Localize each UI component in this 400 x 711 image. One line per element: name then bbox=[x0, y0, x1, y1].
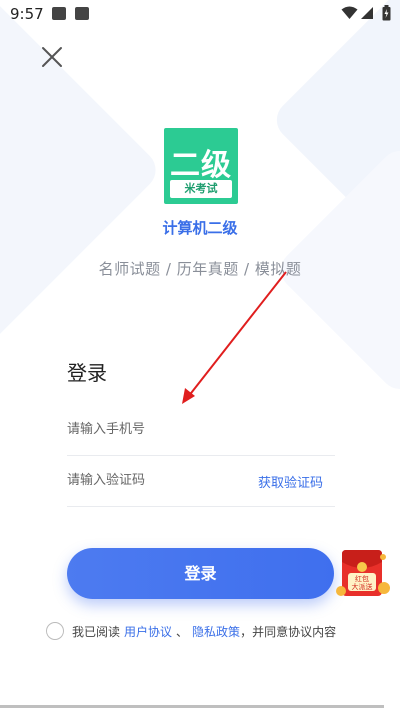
code-field: 获取验证码 bbox=[67, 456, 335, 507]
agreement-separator: 、 bbox=[176, 624, 189, 639]
privacy-policy-link[interactable]: 隐私政策 bbox=[192, 623, 240, 640]
verification-code-input[interactable] bbox=[67, 468, 247, 492]
agreement-row: 我已阅读 用户协议 、 隐私政策 ，并同意协议内容 bbox=[46, 620, 336, 642]
login-title: 登录 bbox=[67, 361, 107, 385]
agreement-suffix: ，并同意协议内容 bbox=[240, 624, 337, 639]
phone-input[interactable] bbox=[67, 417, 247, 441]
annotation-arrow bbox=[182, 271, 287, 404]
home-indicator bbox=[0, 705, 384, 708]
get-code-button[interactable]: 获取验证码 bbox=[258, 472, 323, 491]
login-button[interactable]: 登录 bbox=[67, 548, 334, 599]
user-agreement-link[interactable]: 用户协议 bbox=[124, 623, 172, 640]
red-envelope-promo-icon[interactable]: 红包 大派送 bbox=[334, 547, 392, 601]
promo-text-line2: 大派送 bbox=[352, 582, 373, 591]
promo-text-line1: 红包 bbox=[355, 574, 369, 583]
phone-field bbox=[67, 405, 335, 456]
agreement-checkbox[interactable] bbox=[46, 622, 64, 640]
agreement-prefix: 我已阅读 bbox=[72, 624, 121, 639]
